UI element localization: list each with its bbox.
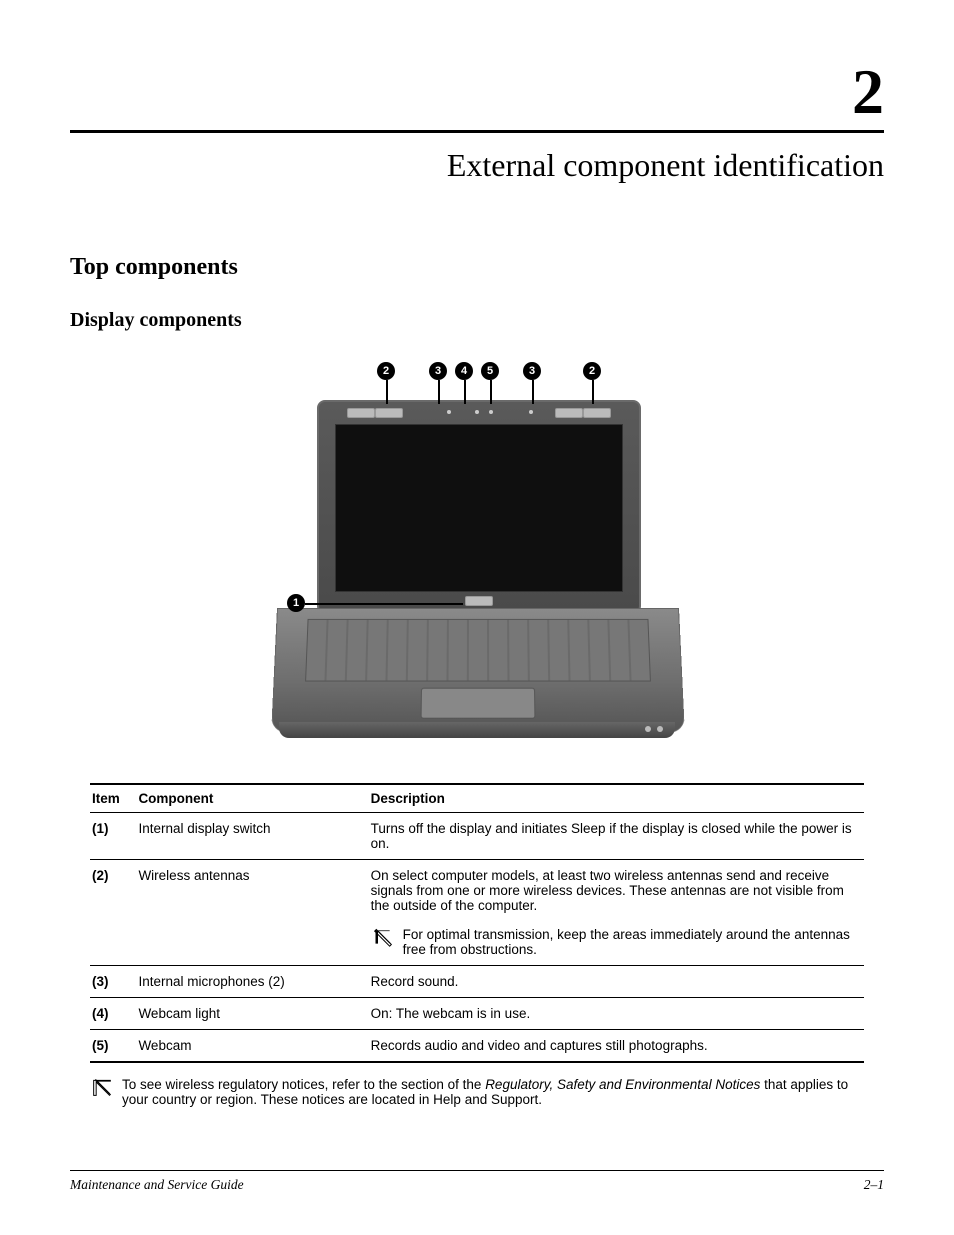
laptop-illustration: 2 3 4 5 3 2 1 [257,360,697,740]
th-component: Component [136,784,368,813]
cell-description: On select computer models, at least two … [369,860,864,966]
table-row: (4) Webcam light On: The webcam is in us… [90,998,864,1030]
cell-component: Webcam [136,1030,368,1063]
page-footer: Maintenance and Service Guide 2–1 [70,1170,884,1193]
note-icon [92,1077,112,1107]
note-icon [373,927,393,957]
footnote-pre: To see wireless regulatory notices, refe… [122,1077,485,1092]
callout-5: 5 [481,362,499,380]
cell-item: (5) [90,1030,136,1063]
cell-description-text: On select computer models, at least two … [371,868,856,913]
table-footnote-text: To see wireless regulatory notices, refe… [122,1077,862,1107]
callout-1: 1 [287,594,305,612]
cell-component: Internal microphones (2) [136,966,368,998]
cell-item: (3) [90,966,136,998]
chapter-rule [70,130,884,133]
th-description: Description [369,784,864,813]
callout-4: 4 [455,362,473,380]
cell-component: Wireless antennas [136,860,368,966]
table-row: (2) Wireless antennas On select computer… [90,860,864,966]
cell-component: Internal display switch [136,813,368,860]
callout-3-left: 3 [429,362,447,380]
cell-description: Record sound. [369,966,864,998]
table-row: (3) Internal microphones (2) Record soun… [90,966,864,998]
cell-component: Webcam light [136,998,368,1030]
table-row: (5) Webcam Records audio and video and c… [90,1030,864,1063]
table-footnote: To see wireless regulatory notices, refe… [90,1071,864,1107]
cell-item: (4) [90,998,136,1030]
callout-2-left: 2 [377,362,395,380]
cell-description: On: The webcam is in use. [369,998,864,1030]
callout-2-right: 2 [583,362,601,380]
chapter-number: 2 [70,60,884,124]
th-item: Item [90,784,136,813]
table-row: (1) Internal display switch Turns off th… [90,813,864,860]
footer-right: 2–1 [864,1177,884,1193]
footer-left: Maintenance and Service Guide [70,1177,244,1193]
section-heading-display-components: Display components [70,309,884,332]
components-table: Item Component Description (1) Internal … [90,783,864,1063]
section-heading-top-components: Top components [70,254,884,281]
cell-item: (2) [90,860,136,966]
callout-3-right: 3 [523,362,541,380]
chapter-title: External component identification [70,147,884,184]
inline-note: For optimal transmission, keep the areas… [371,921,856,957]
inline-note-text: For optimal transmission, keep the areas… [403,927,854,957]
cell-item: (1) [90,813,136,860]
cell-description: Turns off the display and initiates Slee… [369,813,864,860]
footnote-italic: Regulatory, Safety and Environmental Not… [485,1077,760,1092]
cell-description: Records audio and video and captures sti… [369,1030,864,1063]
